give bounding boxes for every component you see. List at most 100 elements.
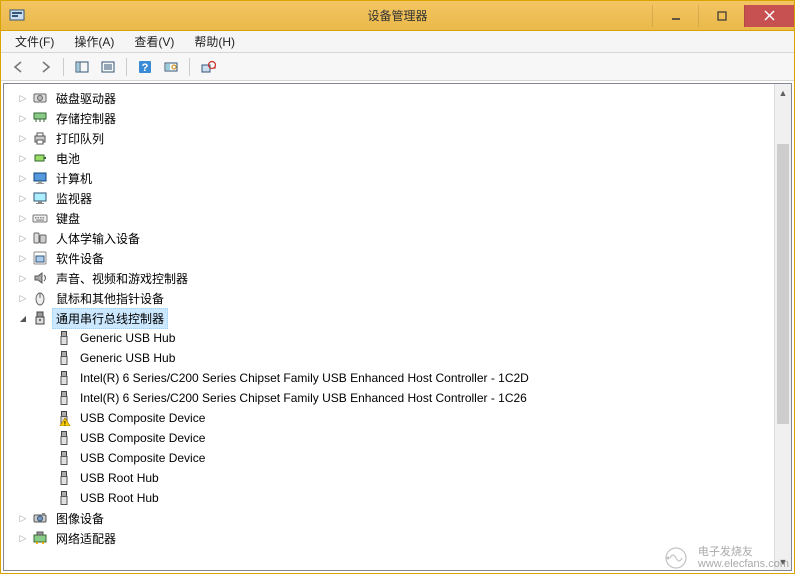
expand-icon[interactable]: ▷ (16, 151, 30, 165)
toolbar-separator (126, 58, 127, 76)
menu-file[interactable]: 文件(F) (7, 31, 62, 52)
tree-item[interactable]: ▷ 电池 (8, 148, 774, 168)
tree-item[interactable]: ▷ 鼠标和其他指针设备 (8, 288, 774, 308)
tree-item[interactable]: ▷软件设备 (8, 248, 774, 268)
tree-item-label: 电池 (52, 148, 84, 169)
scroll-down-button[interactable]: ▼ (775, 553, 791, 570)
tree-item[interactable]: USB Composite Device (8, 448, 774, 468)
expand-icon[interactable]: ▷ (16, 111, 30, 125)
tree-item-label: 磁盘驱动器 (52, 88, 120, 109)
storage-controller-icon (32, 110, 48, 126)
expand-icon[interactable]: ▷ (16, 511, 30, 525)
scroll-thumb[interactable] (777, 144, 789, 424)
tree-item-label: 人体学输入设备 (52, 228, 144, 249)
computer-icon (32, 170, 48, 186)
tree-item[interactable]: ◢ 通用串行总线控制器 (8, 308, 774, 328)
tree-item[interactable]: ▷ 存储控制器 (8, 108, 774, 128)
forward-button[interactable] (33, 56, 57, 78)
tree-item-label: 通用串行总线控制器 (52, 308, 168, 329)
properties-button[interactable] (96, 56, 120, 78)
tree-item-label: 打印队列 (52, 128, 108, 149)
close-button[interactable] (744, 5, 794, 27)
minimize-button[interactable] (652, 5, 698, 27)
help-button[interactable]: ? (133, 56, 157, 78)
usb-device-icon (56, 430, 72, 446)
window-buttons (652, 5, 794, 27)
usb-device-icon (56, 450, 72, 466)
monitor-icon (32, 190, 48, 206)
menu-help[interactable]: 帮助(H) (186, 31, 243, 52)
expand-icon[interactable]: ▷ (16, 291, 30, 305)
printer-icon (32, 130, 48, 146)
imaging-icon (32, 510, 48, 526)
tree-item[interactable]: Intel(R) 6 Series/C200 Series Chipset Fa… (8, 368, 774, 388)
tree-item[interactable]: ▷ 人体学输入设备 (8, 228, 774, 248)
tree-item[interactable]: ▷ 打印队列 (8, 128, 774, 148)
scroll-up-button[interactable]: ▲ (775, 84, 791, 101)
svg-text:!: ! (64, 421, 66, 427)
tree-item[interactable]: Generic USB Hub (8, 348, 774, 368)
battery-icon (32, 150, 48, 166)
tree-item-label: 监视器 (52, 188, 96, 209)
tree-item[interactable]: Intel(R) 6 Series/C200 Series Chipset Fa… (8, 388, 774, 408)
expand-icon[interactable]: ▷ (16, 191, 30, 205)
tree-item[interactable]: ! USB Composite Device (8, 408, 774, 428)
tree-item-label: Generic USB Hub (76, 349, 179, 367)
expand-icon[interactable]: ▷ (16, 251, 30, 265)
tree-item-label: USB Composite Device (76, 429, 209, 447)
tree-item-label: 存储控制器 (52, 108, 120, 129)
tree-item-label: USB Composite Device (76, 409, 209, 427)
expand-icon[interactable]: ▷ (16, 171, 30, 185)
software-device-icon (32, 250, 48, 266)
tree-item-label: Intel(R) 6 Series/C200 Series Chipset Fa… (76, 389, 531, 407)
titlebar[interactable]: 设备管理器 (1, 1, 794, 31)
expander-none (40, 351, 54, 365)
content-area: ▷磁盘驱动器▷存储控制器▷打印队列▷电池▷计算机▷监视器▷键盘▷人体学输入设备▷… (3, 83, 792, 571)
tree-item[interactable]: Generic USB Hub (8, 328, 774, 348)
menu-view[interactable]: 查看(V) (126, 31, 182, 52)
expand-icon[interactable]: ▷ (16, 231, 30, 245)
scan-changes-button[interactable] (196, 56, 220, 78)
tree-item[interactable]: ▷ 磁盘驱动器 (8, 88, 774, 108)
back-button[interactable] (7, 56, 31, 78)
menu-action[interactable]: 操作(A) (66, 31, 122, 52)
scan-hardware-button[interactable] (159, 56, 183, 78)
window-title: 设备管理器 (367, 7, 427, 24)
collapse-icon[interactable]: ◢ (16, 311, 30, 325)
toolbar-separator (189, 58, 190, 76)
vertical-scrollbar[interactable]: ▲ ▼ (774, 84, 791, 570)
usb-hub-icon (56, 490, 72, 506)
tree-item-label: 鼠标和其他指针设备 (52, 288, 168, 309)
device-tree[interactable]: ▷磁盘驱动器▷存储控制器▷打印队列▷电池▷计算机▷监视器▷键盘▷人体学输入设备▷… (4, 84, 774, 570)
usb-hub-icon (56, 350, 72, 366)
tree-item[interactable]: ▷声音、视频和游戏控制器 (8, 268, 774, 288)
expander-none (40, 491, 54, 505)
tree-item[interactable]: ▷键盘 (8, 208, 774, 228)
tree-item-label: USB Composite Device (76, 449, 209, 467)
tree-item-label: USB Root Hub (76, 489, 163, 507)
tree-item[interactable]: USB Root Hub (8, 488, 774, 508)
tree-item[interactable]: ▷ 计算机 (8, 168, 774, 188)
expander-none (40, 431, 54, 445)
toolbar: ? (1, 53, 794, 81)
expand-icon[interactable]: ▷ (16, 131, 30, 145)
tree-item[interactable]: ▷网络适配器 (8, 528, 774, 548)
tree-item[interactable]: USB Root Hub (8, 468, 774, 488)
tree-item-label: 计算机 (52, 168, 96, 189)
show-hide-tree-button[interactable] (70, 56, 94, 78)
network-adapter-icon (32, 530, 48, 546)
tree-item[interactable]: ▷ 监视器 (8, 188, 774, 208)
expand-icon[interactable]: ▷ (16, 91, 30, 105)
mouse-icon (32, 290, 48, 306)
svg-text:?: ? (142, 62, 149, 74)
tree-item-label: 图像设备 (52, 508, 108, 529)
keyboard-icon (32, 210, 48, 226)
expander-none (40, 451, 54, 465)
tree-item[interactable]: ▷ 图像设备 (8, 508, 774, 528)
expand-icon[interactable]: ▷ (16, 531, 30, 545)
expander-none (40, 391, 54, 405)
maximize-button[interactable] (698, 5, 744, 27)
tree-item[interactable]: USB Composite Device (8, 428, 774, 448)
expand-icon[interactable]: ▷ (16, 211, 30, 225)
expand-icon[interactable]: ▷ (16, 271, 30, 285)
